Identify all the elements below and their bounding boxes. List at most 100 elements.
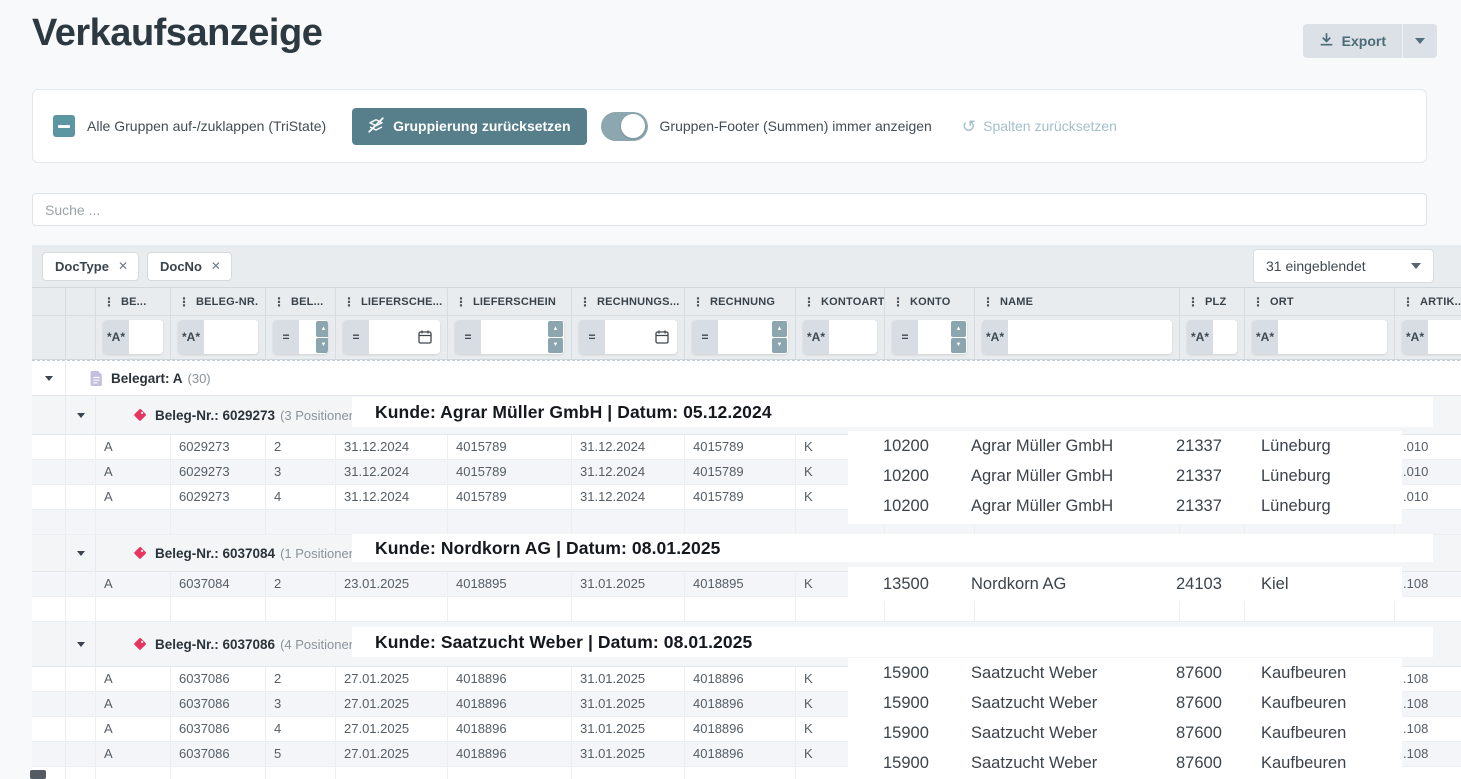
- kebab-menu-icon[interactable]: ⋮: [343, 295, 355, 309]
- column-header-rechnung[interactable]: ⋮RECHNUNG: [685, 288, 796, 315]
- filter-input[interactable]: [1213, 320, 1237, 354]
- group-panel: DocType✕ DocNo✕ 31 eingeblendet: [32, 245, 1461, 288]
- spinner-down-icon[interactable]: ▼: [951, 338, 966, 354]
- collapse-caret-icon[interactable]: [77, 551, 85, 556]
- kebab-menu-icon[interactable]: ⋮: [178, 295, 190, 309]
- filter-input[interactable]: [481, 320, 547, 354]
- chevron-down-icon: [1411, 263, 1421, 269]
- filter-input[interactable]: [1008, 320, 1172, 354]
- kebab-menu-icon[interactable]: ⋮: [803, 295, 815, 309]
- tristate-checkbox[interactable]: [53, 115, 75, 137]
- column-header-kontoart[interactable]: ⋮KONTOART: [796, 288, 885, 315]
- cell: [32, 742, 66, 767]
- collapse-caret-icon[interactable]: [77, 413, 85, 418]
- filter-input[interactable]: [918, 320, 950, 354]
- spinner-up-icon[interactable]: ▲: [548, 321, 563, 337]
- cell: 27.01.2025: [336, 692, 448, 717]
- close-icon[interactable]: ✕: [118, 259, 128, 273]
- cell: 4018895: [685, 572, 796, 597]
- kebab-menu-icon[interactable]: ⋮: [692, 295, 704, 309]
- column-header-ort[interactable]: ⋮ORT: [1245, 288, 1395, 315]
- group-footer-toggle[interactable]: [601, 112, 648, 141]
- filter-input[interactable]: [129, 320, 163, 354]
- visible-columns-dropdown[interactable]: 31 eingeblendet: [1253, 249, 1434, 283]
- spinner-up-icon[interactable]: ▲: [316, 321, 328, 337]
- collapse-caret-icon[interactable]: [45, 376, 53, 381]
- cell: [1395, 597, 1461, 622]
- filter-operator-button[interactable]: =: [892, 320, 918, 354]
- calendar-icon[interactable]: [654, 320, 677, 354]
- column-header-label: RECHNUNGS...: [597, 296, 679, 308]
- expand-column-header: [66, 288, 96, 315]
- filter-input[interactable]: [1278, 320, 1387, 354]
- kebab-menu-icon[interactable]: ⋮: [273, 295, 285, 309]
- column-header-bel[interactable]: ⋮BEL...: [266, 288, 336, 315]
- cell: 31.12.2024: [336, 460, 448, 485]
- cell: [66, 742, 96, 767]
- group-chip-doctype[interactable]: DocType✕: [42, 252, 139, 281]
- filter-operator-button[interactable]: *A*: [982, 320, 1008, 354]
- kebab-menu-icon[interactable]: ⋮: [579, 295, 591, 309]
- filter-operator-button[interactable]: *A*: [803, 320, 829, 354]
- filter-operator-button[interactable]: *A*: [1252, 320, 1278, 354]
- column-header-artik[interactable]: ⋮ARTIK...: [1395, 288, 1461, 315]
- kebab-menu-icon[interactable]: ⋮: [455, 295, 467, 309]
- spinner-up-icon[interactable]: ▲: [772, 321, 787, 337]
- cell: 2: [266, 667, 336, 692]
- horizontal-scrollbar-thumb[interactable]: [30, 770, 46, 779]
- kebab-menu-icon[interactable]: ⋮: [1187, 295, 1199, 309]
- calendar-icon[interactable]: [417, 320, 440, 354]
- kebab-menu-icon[interactable]: ⋮: [1402, 295, 1414, 309]
- column-header-lieferschein[interactable]: ⋮LIEFERSCHEIN: [448, 288, 572, 315]
- column-header-liefersche[interactable]: ⋮LIEFERSCHE...: [336, 288, 448, 315]
- filter-operator-button[interactable]: *A*: [103, 320, 129, 354]
- column-header-rechnungs[interactable]: ⋮ RECHNUNGS...: [572, 288, 685, 315]
- column-header-konto[interactable]: ⋮KONTO: [885, 288, 975, 315]
- filter-input[interactable]: [605, 320, 654, 354]
- kebab-menu-icon[interactable]: ⋮: [982, 295, 994, 309]
- cell: 4018896: [685, 667, 796, 692]
- spinner-down-icon[interactable]: ▼: [772, 338, 787, 354]
- group-chip-docno[interactable]: DocNo✕: [147, 252, 232, 281]
- kebab-menu-icon[interactable]: ⋮: [1252, 295, 1264, 309]
- search-input[interactable]: [32, 193, 1427, 226]
- spinner-up-icon[interactable]: ▲: [951, 321, 966, 337]
- filter-cell: *A*: [796, 316, 885, 359]
- group-label: Beleg-Nr.: 6029273: [155, 408, 275, 423]
- kebab-menu-icon[interactable]: ⋮: [103, 295, 115, 309]
- filter-input[interactable]: [369, 320, 417, 354]
- filter-operator-button[interactable]: =: [455, 320, 481, 354]
- filter-input[interactable]: [204, 320, 258, 354]
- filter-operator-button[interactable]: *A*: [1187, 320, 1213, 354]
- reset-grouping-button[interactable]: Gruppierung zurücksetzen: [352, 108, 586, 145]
- number-spinner: ▲▼: [950, 320, 967, 354]
- expand-column-header: [32, 288, 66, 315]
- filter-input[interactable]: [829, 320, 877, 354]
- filter-operator-button[interactable]: =: [692, 320, 718, 354]
- ort-value: Kaufbeuren: [1261, 694, 1402, 713]
- filter-operator-button[interactable]: =: [579, 320, 605, 354]
- export-button[interactable]: Export: [1303, 24, 1403, 58]
- filter-input[interactable]: [1428, 320, 1461, 354]
- close-icon[interactable]: ✕: [211, 259, 221, 273]
- filter-input[interactable]: [718, 320, 771, 354]
- column-header-beleg-nr[interactable]: ⋮BELEG-NR.: [171, 288, 266, 315]
- column-header-plz[interactable]: ⋮PLZ: [1180, 288, 1245, 315]
- filter-operator-button[interactable]: =: [273, 320, 299, 354]
- spinner-down-icon[interactable]: ▼: [316, 338, 328, 354]
- kebab-menu-icon[interactable]: ⋮: [892, 295, 904, 309]
- filter-input[interactable]: [299, 320, 315, 354]
- cell: [96, 767, 171, 779]
- spinner-down-icon[interactable]: ▼: [548, 338, 563, 354]
- column-header-name[interactable]: ⋮NAME: [975, 288, 1180, 315]
- collapse-caret-icon[interactable]: [77, 642, 85, 647]
- filter-operator-button[interactable]: =: [343, 320, 369, 354]
- column-header-be[interactable]: ⋮BE...: [96, 288, 171, 315]
- filter-operator-button[interactable]: *A*: [1402, 320, 1428, 354]
- filter-operator-button[interactable]: *A*: [178, 320, 204, 354]
- name-value: Agrar Müller GmbH: [971, 497, 1176, 516]
- export-dropdown-button[interactable]: [1403, 24, 1437, 58]
- export-split-button[interactable]: Export: [1303, 24, 1437, 58]
- reset-columns-button[interactable]: ↺ Spalten zurücksetzen: [962, 118, 1117, 135]
- cell: .010: [1395, 485, 1461, 510]
